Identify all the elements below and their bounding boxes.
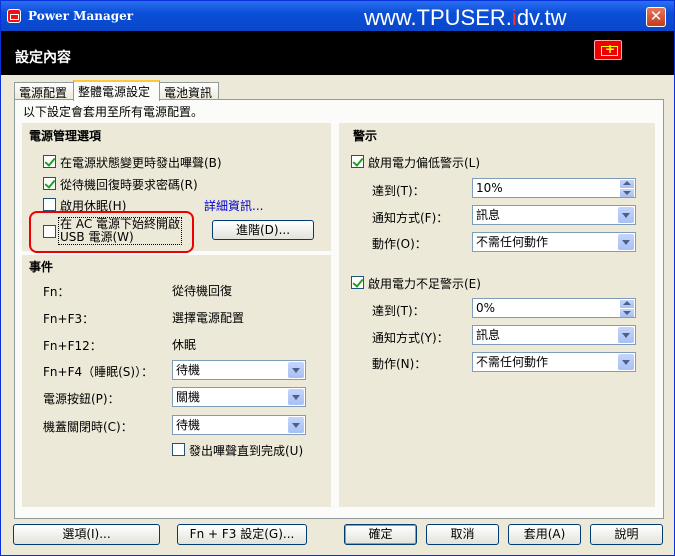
low-reach-label: 達到(T)： [372, 184, 425, 198]
battery-icon [594, 40, 622, 60]
tab-global-settings[interactable]: 整體電源設定 [73, 80, 160, 101]
usb-power-label: 在 AC 電源下始終開啟 USB 電源(W) [58, 217, 183, 245]
events-title: 事件 [29, 260, 54, 274]
fnf4-select[interactable]: 待機 [172, 360, 306, 380]
chevron-down-icon[interactable] [288, 389, 304, 405]
low-notify-label: 通知方式(F)： [372, 211, 449, 225]
beep-on-change-checkbox[interactable] [43, 155, 56, 168]
event-value-fnf12: 休眠 [172, 338, 197, 352]
event-value-fn: 從待機回復 [172, 284, 233, 298]
usb-power-checkbox[interactable] [43, 225, 56, 238]
chevron-down-icon[interactable] [618, 327, 634, 343]
beep-until-done-checkbox[interactable] [172, 443, 185, 456]
hibernate-checkbox[interactable] [43, 198, 56, 211]
window-title: Power Manager [28, 9, 134, 23]
header-band: 設定內容 [1, 31, 674, 75]
page-title: 設定內容 [15, 50, 71, 66]
chevron-down-icon[interactable] [288, 362, 304, 378]
critical-action-select[interactable]: 不需任何動作 [472, 352, 636, 372]
low-alarm-label: 啟用電力偏低警示(L) [368, 156, 481, 170]
chevron-down-icon[interactable] [618, 234, 634, 250]
event-key-fnf12: Fn+F12： [43, 339, 102, 353]
critical-action-label: 動作(N)： [372, 357, 427, 371]
chevron-down-icon[interactable] [618, 354, 634, 370]
fnf4-label: Fn+F4（睡眠(S)）： [43, 365, 154, 379]
app-icon [7, 9, 21, 23]
low-action-select[interactable]: 不需任何動作 [472, 232, 636, 252]
password-on-resume-label: 從待機回復時要求密碼(R) [60, 178, 198, 192]
power-button-label: 電源按鈕(P)： [43, 392, 120, 406]
lid-close-label: 機蓋關閉時(C)： [43, 420, 133, 434]
help-button[interactable]: 說明 [590, 524, 663, 545]
cancel-button[interactable]: 取消 [426, 524, 499, 545]
power-options-title: 電源管理選項 [29, 129, 102, 143]
close-button[interactable]: ✕ [646, 7, 666, 27]
fnf3-settings-button[interactable]: Fn + F3 設定(G)... [177, 524, 307, 545]
low-notify-select[interactable]: 訊息 [472, 205, 636, 225]
event-value-fnf3: 選擇電源配置 [172, 311, 245, 325]
chevron-down-icon[interactable] [618, 207, 634, 223]
apply-button[interactable]: 套用(A) [508, 524, 581, 545]
critical-alarm-checkbox[interactable] [351, 276, 364, 289]
tab-battery-info[interactable]: 電池資訊 [159, 82, 219, 100]
beep-on-change-label: 在電源狀態變更時發出嗶聲(B) [60, 156, 222, 170]
event-key-fn: Fn： [43, 285, 70, 299]
critical-reach-spinner[interactable]: 0% [472, 298, 636, 318]
info-note: 以下設定會套用至所有電源配置。 [23, 105, 204, 119]
spin-down-icon[interactable] [620, 309, 634, 317]
options-button[interactable]: 選項(I)... [13, 524, 160, 545]
critical-alarm-label: 啟用電力不足警示(E) [368, 277, 481, 291]
critical-notify-select[interactable]: 訊息 [472, 325, 636, 345]
beep-until-done-label: 發出嗶聲直到完成(U) [189, 444, 304, 458]
chevron-down-icon[interactable] [288, 417, 304, 433]
low-action-label: 動作(O)： [372, 237, 427, 251]
low-alarm-checkbox[interactable] [351, 155, 364, 168]
alarms-title: 警示 [353, 129, 378, 143]
power-manager-window: Power Manager www.TPUSER.idv.tw ✕ 設定內容 電… [0, 0, 675, 556]
advanced-button[interactable]: 進階(D)... [212, 220, 314, 240]
details-link[interactable]: 詳細資訊... [204, 197, 263, 214]
spin-down-icon[interactable] [620, 189, 634, 197]
spin-up-icon[interactable] [620, 180, 634, 188]
password-on-resume-checkbox[interactable] [43, 177, 56, 190]
power-button-select[interactable]: 關機 [172, 387, 306, 407]
critical-notify-label: 通知方式(Y)： [372, 331, 449, 345]
watermark: www.TPUSER.idv.tw [364, 5, 567, 30]
spin-up-icon[interactable] [620, 300, 634, 308]
lid-close-select[interactable]: 待機 [172, 415, 306, 435]
title-bar: Power Manager www.TPUSER.idv.tw ✕ [1, 1, 674, 31]
ok-button[interactable]: 確定 [344, 524, 417, 545]
critical-reach-label: 達到(T)： [372, 304, 425, 318]
event-key-fnf3: Fn+F3： [43, 312, 95, 326]
tab-power-plans[interactable]: 電源配置 [14, 82, 74, 100]
low-reach-spinner[interactable]: 10% [472, 178, 636, 198]
